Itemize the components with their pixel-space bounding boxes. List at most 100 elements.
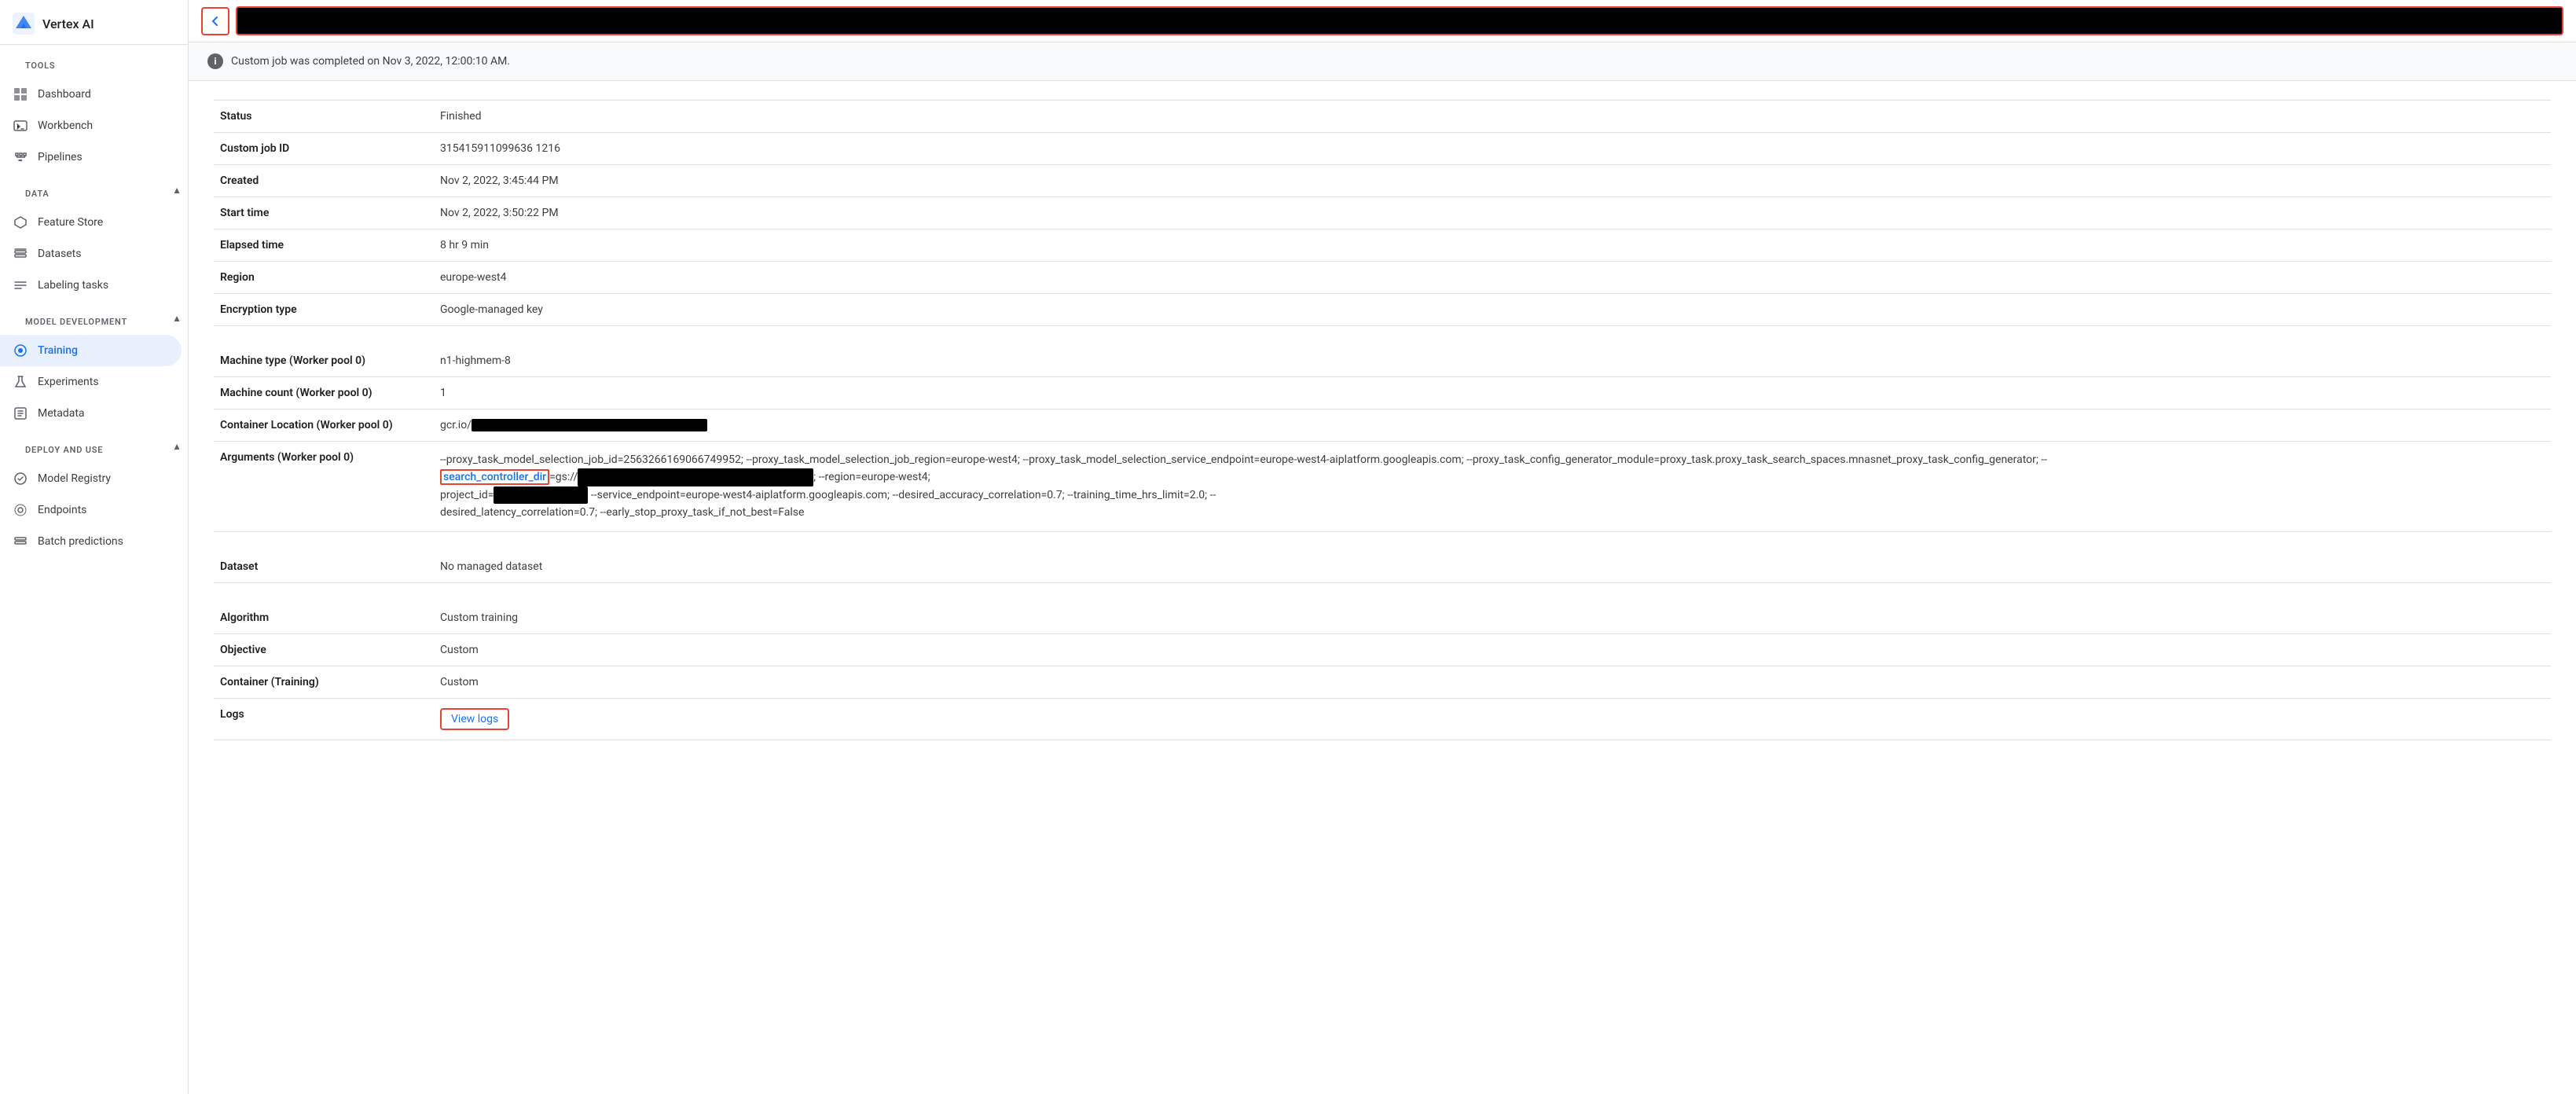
dashboard-label: Dashboard [38,88,91,101]
endpoints-label: Endpoints [38,504,86,516]
start-time-label: Start time [214,197,434,229]
dataset-label: Dataset [214,551,434,583]
section-divider-3 [214,583,2551,602]
args-text-2: =gs:// [549,471,578,483]
details-section: Status Finished Custom job ID 3154159110… [189,81,2576,759]
model-registry-icon [13,471,28,486]
created-label: Created [214,165,434,197]
sidebar-item-experiments[interactable]: Experiments [0,366,182,398]
back-button[interactable] [201,7,229,35]
pipelines-icon [13,149,28,165]
arguments-value: --proxy_task_model_selection_job_id=2563… [434,442,2551,532]
deploy-section-label: DEPLOY AND USE [13,432,116,460]
sidebar-item-pipelines[interactable]: Pipelines [0,141,182,173]
endpoints-icon [13,502,28,518]
encryption-label: Encryption type [214,294,434,326]
metadata-label: Metadata [38,407,85,420]
datasets-label: Datasets [38,248,81,260]
container-training-label: Container (Training) [214,666,434,699]
data-section-header: DATA ▲ [0,173,188,207]
args-text-3: ; --region=europe-west4; [813,471,930,483]
logs-value: View logs [434,699,2551,740]
feature-store-icon [13,215,28,230]
info-icon: i [207,53,223,69]
sidebar-item-metadata[interactable]: Metadata [0,398,182,429]
metadata-icon [13,406,28,421]
arguments-label: Arguments (Worker pool 0) [214,442,434,532]
sidebar-item-model-registry[interactable]: Model Registry [0,463,182,494]
job-id-label: Custom job ID [214,133,434,165]
page-title-input[interactable] [236,6,2563,35]
workbench-label: Workbench [38,119,93,132]
deploy-section-header: DEPLOY AND USE ▲ [0,429,188,463]
logs-label: Logs [214,699,434,740]
datasets-icon [13,246,28,262]
batch-predictions-label: Batch predictions [38,535,123,548]
tools-section-header: TOOLS [0,45,188,79]
sidebar: Vertex AI TOOLS Dashboard Workbench Pipe… [0,0,189,1094]
sidebar-item-datasets[interactable]: Datasets [0,238,182,270]
section-divider-1 [214,326,2551,345]
machine-type-label: Machine type (Worker pool 0) [214,345,434,377]
encryption-value: Google-managed key [434,294,2551,326]
elapsed-value: 8 hr 9 min [434,229,2551,262]
labeling-tasks-icon [13,277,28,293]
objective-label: Objective [214,634,434,666]
vertex-ai-logo-icon [13,13,35,35]
experiments-label: Experiments [38,376,99,388]
model-dev-section-label: MODEL DEVELOPMENT [13,304,140,332]
status-label: Status [214,101,434,133]
start-time-value: Nov 2, 2022, 3:50:22 PM [434,197,2551,229]
tools-section-label: TOOLS [13,48,68,75]
algorithm-label: Algorithm [214,602,434,634]
args-redacted-2 [494,486,588,504]
info-banner: i Custom job was completed on Nov 3, 202… [189,42,2576,81]
job-id-value: 315415911099636 1216 [434,133,2551,165]
sidebar-item-endpoints[interactable]: Endpoints [0,494,182,526]
dashboard-icon [13,86,28,102]
pipelines-label: Pipelines [38,151,83,163]
model-registry-label: Model Registry [38,472,111,485]
sidebar-item-feature-store[interactable]: Feature Store [0,207,182,238]
dataset-value: No managed dataset [434,551,2551,583]
container-loc-label: Container Location (Worker pool 0) [214,409,434,442]
training-label: Training [38,344,78,357]
batch-predictions-icon [13,534,28,549]
labeling-tasks-label: Labeling tasks [38,279,108,292]
container-training-value: Custom [434,666,2551,699]
topbar [189,0,2576,42]
view-logs-link[interactable]: View logs [440,708,509,730]
workbench-icon [13,118,28,134]
args-text-1: --proxy_task_model_selection_job_id=2563… [440,453,2047,466]
info-banner-message: Custom job was completed on Nov 3, 2022,… [231,55,510,68]
model-dev-section-header: MODEL DEVELOPMENT ▲ [0,301,188,335]
args-text-5: desired_latency_correlation=0.7; --early… [440,506,804,519]
status-value: Finished [434,101,2551,133]
section-divider-2 [214,532,2551,551]
training-icon [13,343,28,358]
data-section-label: DATA [13,176,62,204]
data-section-chevron[interactable]: ▲ [172,185,182,196]
model-dev-chevron[interactable]: ▲ [172,313,182,324]
machine-count-label: Machine count (Worker pool 0) [214,377,434,409]
feature-store-label: Feature Store [38,216,103,229]
elapsed-label: Elapsed time [214,229,434,262]
deploy-chevron[interactable]: ▲ [172,441,182,452]
sidebar-item-workbench[interactable]: Workbench [0,110,182,141]
sidebar-item-training[interactable]: Training [0,335,182,366]
sidebar-item-labeling-tasks[interactable]: Labeling tasks [0,270,182,301]
app-logo: Vertex AI [0,0,188,45]
sidebar-item-batch-predictions[interactable]: Batch predictions [0,526,182,557]
content-area: i Custom job was completed on Nov 3, 202… [189,42,2576,1094]
args-project-prefix: project_id= [440,489,494,501]
region-value: europe-west4 [434,262,2551,294]
details-grid: Status Finished Custom job ID 3154159110… [214,100,2551,740]
sidebar-item-dashboard[interactable]: Dashboard [0,79,182,110]
args-text-4: --service_endpoint=europe-west4-aiplatfo… [588,489,1216,501]
objective-value: Custom [434,634,2551,666]
container-loc-redacted [472,419,707,431]
region-label: Region [214,262,434,294]
container-loc-prefix: gcr.io/ [440,419,472,431]
algorithm-value: Custom training [434,602,2551,634]
experiments-icon [13,374,28,390]
